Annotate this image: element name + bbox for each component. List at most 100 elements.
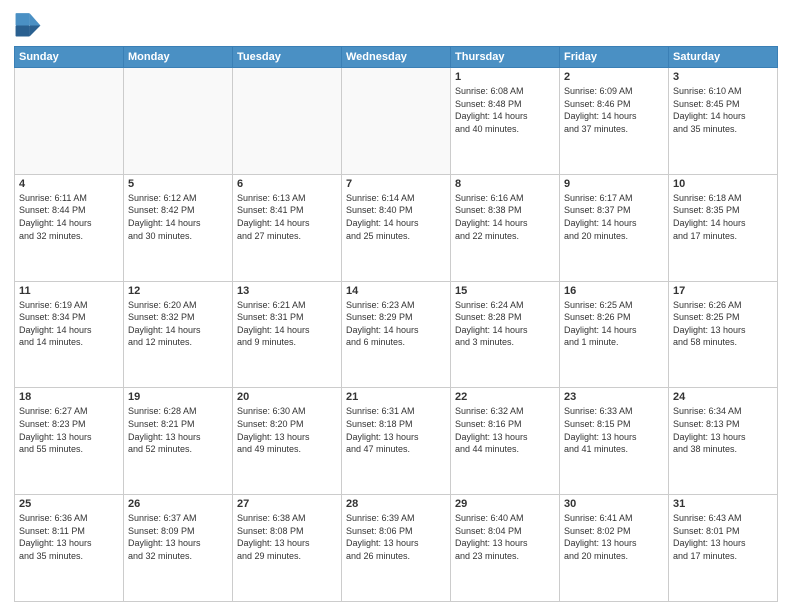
day-info: Sunrise: 6:33 AM Sunset: 8:15 PM Dayligh… bbox=[564, 405, 664, 455]
calendar-cell: 11 Sunrise: 6:19 AM Sunset: 8:34 PM Dayli… bbox=[15, 281, 124, 388]
day-number: 26 bbox=[128, 498, 228, 510]
calendar-cell: 3 Sunrise: 6:10 AM Sunset: 8:45 PM Daylig… bbox=[669, 68, 778, 175]
day-number: 8 bbox=[455, 178, 555, 190]
day-info: Sunrise: 6:43 AM Sunset: 8:01 PM Dayligh… bbox=[673, 512, 773, 562]
day-number: 11 bbox=[19, 285, 119, 297]
calendar-header-row: SundayMondayTuesdayWednesdayThursdayFrid… bbox=[15, 47, 778, 68]
day-info: Sunrise: 6:09 AM Sunset: 8:46 PM Dayligh… bbox=[564, 85, 664, 135]
day-number: 7 bbox=[346, 178, 446, 190]
day-info: Sunrise: 6:41 AM Sunset: 8:02 PM Dayligh… bbox=[564, 512, 664, 562]
calendar-cell: 20 Sunrise: 6:30 AM Sunset: 8:20 PM Dayli… bbox=[233, 388, 342, 495]
calendar-cell: 2 Sunrise: 6:09 AM Sunset: 8:46 PM Daylig… bbox=[560, 68, 669, 175]
logo-icon bbox=[14, 10, 42, 38]
calendar-cell: 19Sunrise: 6:28 AM Sunset: 8:21 PM Dayli… bbox=[124, 388, 233, 495]
calendar-cell: 5 Sunrise: 6:12 AM Sunset: 8:42 PM Daylig… bbox=[124, 174, 233, 281]
calendar-cell: 23 Sunrise: 6:33 AM Sunset: 8:15 PM Dayli… bbox=[560, 388, 669, 495]
day-number: 14 bbox=[346, 285, 446, 297]
calendar-cell: 6 Sunrise: 6:13 AM Sunset: 8:41 PM Daylig… bbox=[233, 174, 342, 281]
day-number: 6 bbox=[237, 178, 337, 190]
day-number: 4 bbox=[19, 178, 119, 190]
day-number: 2 bbox=[564, 71, 664, 83]
day-number: 25 bbox=[19, 498, 119, 510]
day-info: Sunrise: 6:37 AM Sunset: 8:09 PM Dayligh… bbox=[128, 512, 228, 562]
day-header-sunday: Sunday bbox=[15, 47, 124, 68]
day-number: 16 bbox=[564, 285, 664, 297]
calendar-week-2: 4 Sunrise: 6:11 AM Sunset: 8:44 PM Daylig… bbox=[15, 174, 778, 281]
day-number: 24 bbox=[673, 391, 773, 403]
day-info: Sunrise: 6:23 AM Sunset: 8:29 PM Dayligh… bbox=[346, 299, 446, 349]
page: SundayMondayTuesdayWednesdayThursdayFrid… bbox=[0, 0, 792, 612]
calendar-cell: 7 Sunrise: 6:14 AM Sunset: 8:40 PM Daylig… bbox=[342, 174, 451, 281]
calendar-cell: 10 Sunrise: 6:18 AM Sunset: 8:35 PM Dayli… bbox=[669, 174, 778, 281]
calendar-cell: 13 Sunrise: 6:21 AM Sunset: 8:31 PM Dayli… bbox=[233, 281, 342, 388]
calendar-cell: 26 Sunrise: 6:37 AM Sunset: 8:09 PM Dayli… bbox=[124, 495, 233, 602]
calendar-cell bbox=[124, 68, 233, 175]
day-info: Sunrise: 6:24 AM Sunset: 8:28 PM Dayligh… bbox=[455, 299, 555, 349]
day-info: Sunrise: 6:38 AM Sunset: 8:08 PM Dayligh… bbox=[237, 512, 337, 562]
calendar-cell: 31Sunrise: 6:43 AM Sunset: 8:01 PM Dayli… bbox=[669, 495, 778, 602]
day-info: Sunrise: 6:21 AM Sunset: 8:31 PM Dayligh… bbox=[237, 299, 337, 349]
calendar-cell: 30 Sunrise: 6:41 AM Sunset: 8:02 PM Dayli… bbox=[560, 495, 669, 602]
day-number: 5 bbox=[128, 178, 228, 190]
day-number: 20 bbox=[237, 391, 337, 403]
calendar-week-4: 18Sunrise: 6:27 AM Sunset: 8:23 PM Dayli… bbox=[15, 388, 778, 495]
calendar-cell: 4 Sunrise: 6:11 AM Sunset: 8:44 PM Daylig… bbox=[15, 174, 124, 281]
calendar-cell: 28 Sunrise: 6:39 AM Sunset: 8:06 PM Dayli… bbox=[342, 495, 451, 602]
calendar-week-5: 25Sunrise: 6:36 AM Sunset: 8:11 PM Dayli… bbox=[15, 495, 778, 602]
day-number: 22 bbox=[455, 391, 555, 403]
day-number: 3 bbox=[673, 71, 773, 83]
day-number: 30 bbox=[564, 498, 664, 510]
day-number: 9 bbox=[564, 178, 664, 190]
day-number: 29 bbox=[455, 498, 555, 510]
calendar-cell: 14 Sunrise: 6:23 AM Sunset: 8:29 PM Dayli… bbox=[342, 281, 451, 388]
calendar-cell: 12Sunrise: 6:20 AM Sunset: 8:32 PM Dayli… bbox=[124, 281, 233, 388]
day-header-saturday: Saturday bbox=[669, 47, 778, 68]
day-info: Sunrise: 6:32 AM Sunset: 8:16 PM Dayligh… bbox=[455, 405, 555, 455]
calendar-cell: 16 Sunrise: 6:25 AM Sunset: 8:26 PM Dayli… bbox=[560, 281, 669, 388]
day-number: 15 bbox=[455, 285, 555, 297]
day-number: 17 bbox=[673, 285, 773, 297]
day-info: Sunrise: 6:08 AM Sunset: 8:48 PM Dayligh… bbox=[455, 85, 555, 135]
calendar-cell: 1 Sunrise: 6:08 AM Sunset: 8:48 PM Daylig… bbox=[451, 68, 560, 175]
day-number: 28 bbox=[346, 498, 446, 510]
day-info: Sunrise: 6:19 AM Sunset: 8:34 PM Dayligh… bbox=[19, 299, 119, 349]
day-info: Sunrise: 6:34 AM Sunset: 8:13 PM Dayligh… bbox=[673, 405, 773, 455]
day-info: Sunrise: 6:14 AM Sunset: 8:40 PM Dayligh… bbox=[346, 192, 446, 242]
day-number: 10 bbox=[673, 178, 773, 190]
day-info: Sunrise: 6:10 AM Sunset: 8:45 PM Dayligh… bbox=[673, 85, 773, 135]
day-info: Sunrise: 6:16 AM Sunset: 8:38 PM Dayligh… bbox=[455, 192, 555, 242]
day-number: 18 bbox=[19, 391, 119, 403]
day-info: Sunrise: 6:28 AM Sunset: 8:21 PM Dayligh… bbox=[128, 405, 228, 455]
day-number: 21 bbox=[346, 391, 446, 403]
day-header-monday: Monday bbox=[124, 47, 233, 68]
day-info: Sunrise: 6:18 AM Sunset: 8:35 PM Dayligh… bbox=[673, 192, 773, 242]
day-number: 1 bbox=[455, 71, 555, 83]
calendar-cell bbox=[342, 68, 451, 175]
day-info: Sunrise: 6:39 AM Sunset: 8:06 PM Dayligh… bbox=[346, 512, 446, 562]
calendar-cell: 18Sunrise: 6:27 AM Sunset: 8:23 PM Dayli… bbox=[15, 388, 124, 495]
calendar-table: SundayMondayTuesdayWednesdayThursdayFrid… bbox=[14, 46, 778, 602]
day-header-friday: Friday bbox=[560, 47, 669, 68]
calendar-cell: 22 Sunrise: 6:32 AM Sunset: 8:16 PM Dayli… bbox=[451, 388, 560, 495]
calendar-week-3: 11 Sunrise: 6:19 AM Sunset: 8:34 PM Dayli… bbox=[15, 281, 778, 388]
calendar-cell: 27 Sunrise: 6:38 AM Sunset: 8:08 PM Dayli… bbox=[233, 495, 342, 602]
day-info: Sunrise: 6:11 AM Sunset: 8:44 PM Dayligh… bbox=[19, 192, 119, 242]
day-number: 23 bbox=[564, 391, 664, 403]
day-number: 13 bbox=[237, 285, 337, 297]
day-info: Sunrise: 6:31 AM Sunset: 8:18 PM Dayligh… bbox=[346, 405, 446, 455]
day-info: Sunrise: 6:13 AM Sunset: 8:41 PM Dayligh… bbox=[237, 192, 337, 242]
day-info: Sunrise: 6:30 AM Sunset: 8:20 PM Dayligh… bbox=[237, 405, 337, 455]
day-info: Sunrise: 6:40 AM Sunset: 8:04 PM Dayligh… bbox=[455, 512, 555, 562]
calendar-cell: 29 Sunrise: 6:40 AM Sunset: 8:04 PM Dayli… bbox=[451, 495, 560, 602]
day-number: 12 bbox=[128, 285, 228, 297]
calendar-cell: 21 Sunrise: 6:31 AM Sunset: 8:18 PM Dayli… bbox=[342, 388, 451, 495]
day-header-wednesday: Wednesday bbox=[342, 47, 451, 68]
calendar-week-1: 1 Sunrise: 6:08 AM Sunset: 8:48 PM Daylig… bbox=[15, 68, 778, 175]
day-info: Sunrise: 6:12 AM Sunset: 8:42 PM Dayligh… bbox=[128, 192, 228, 242]
calendar-cell bbox=[15, 68, 124, 175]
day-info: Sunrise: 6:25 AM Sunset: 8:26 PM Dayligh… bbox=[564, 299, 664, 349]
calendar-cell bbox=[233, 68, 342, 175]
day-number: 27 bbox=[237, 498, 337, 510]
day-header-thursday: Thursday bbox=[451, 47, 560, 68]
calendar-cell: 15 Sunrise: 6:24 AM Sunset: 8:28 PM Dayli… bbox=[451, 281, 560, 388]
